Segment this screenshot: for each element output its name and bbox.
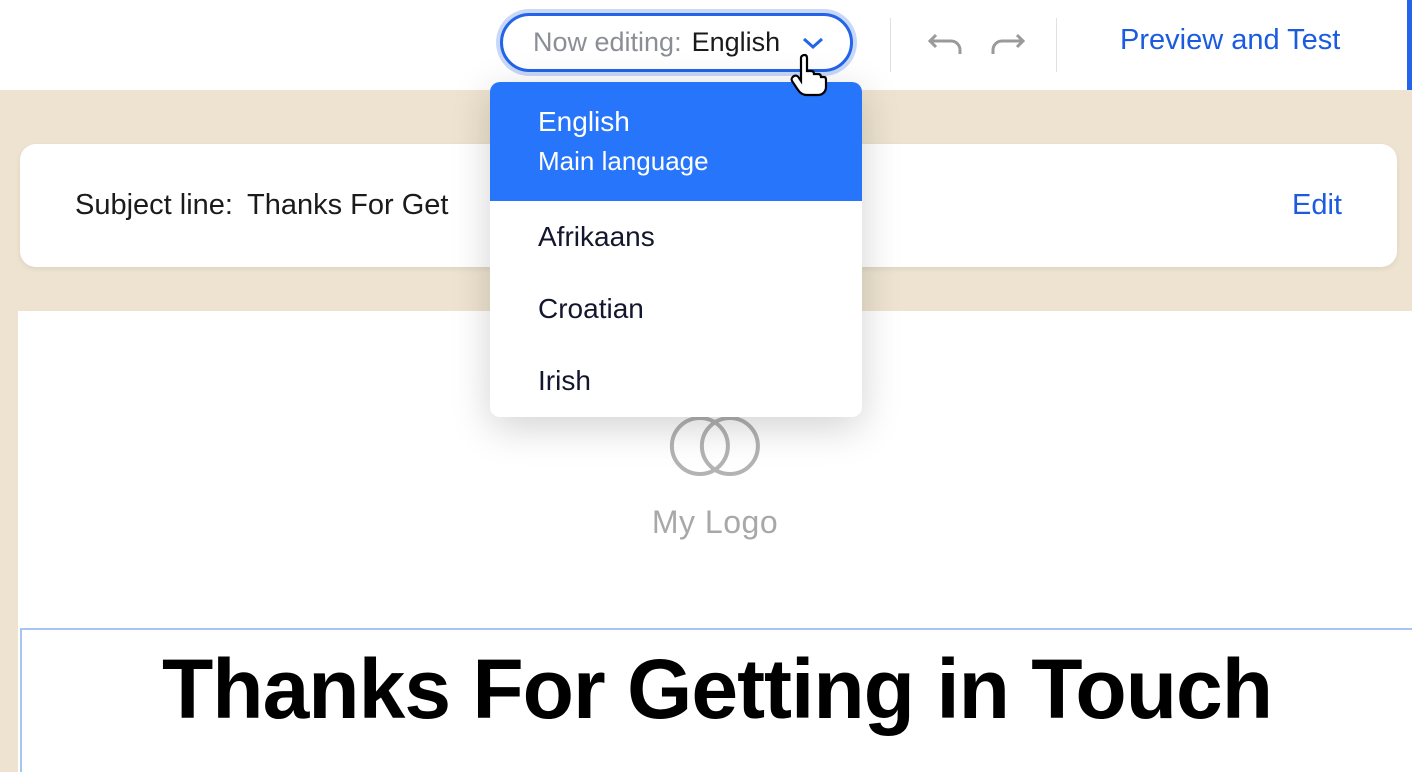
redo-icon <box>990 29 1026 64</box>
right-accent-bar <box>1407 0 1412 90</box>
language-option-irish[interactable]: Irish <box>490 345 862 417</box>
logo-rings-icon <box>655 411 775 481</box>
language-option-english[interactable]: English Main language <box>490 82 862 201</box>
language-dropdown: English Main language Afrikaans Croatian… <box>490 82 862 417</box>
logo-placeholder[interactable]: My Logo <box>652 411 778 541</box>
redo-button[interactable] <box>986 24 1030 68</box>
preview-and-test-button[interactable]: Preview and Test <box>1120 24 1340 57</box>
toolbar-divider <box>1056 18 1057 72</box>
chevron-down-icon <box>802 35 824 51</box>
preview-label: Preview and Test <box>1120 24 1340 56</box>
undo-button[interactable] <box>923 24 967 68</box>
language-option-croatian[interactable]: Croatian <box>490 273 862 345</box>
language-option-label: Irish <box>538 365 591 396</box>
toolbar: Now editing: English Preview and Test <box>0 0 1412 90</box>
language-option-label: English <box>538 106 814 138</box>
subject-line-value: Thanks For Get <box>247 189 448 222</box>
undo-icon <box>927 29 963 64</box>
language-selector-value: English <box>692 27 781 58</box>
language-selector[interactable]: Now editing: English <box>500 13 853 72</box>
headline-block[interactable]: Thanks For Getting in Touch <box>20 628 1412 772</box>
language-option-label: Croatian <box>538 293 644 324</box>
headline-text: Thanks For Getting in Touch <box>22 641 1412 738</box>
logo-text: My Logo <box>652 504 778 541</box>
toolbar-divider <box>890 18 891 72</box>
edit-subject-button[interactable]: Edit <box>1292 189 1342 222</box>
subject-line-label: Subject line: <box>75 189 233 222</box>
language-option-label: Afrikaans <box>538 221 655 252</box>
language-option-sublabel: Main language <box>538 146 814 177</box>
language-selector-label: Now editing: <box>533 27 682 58</box>
language-option-afrikaans[interactable]: Afrikaans <box>490 201 862 273</box>
